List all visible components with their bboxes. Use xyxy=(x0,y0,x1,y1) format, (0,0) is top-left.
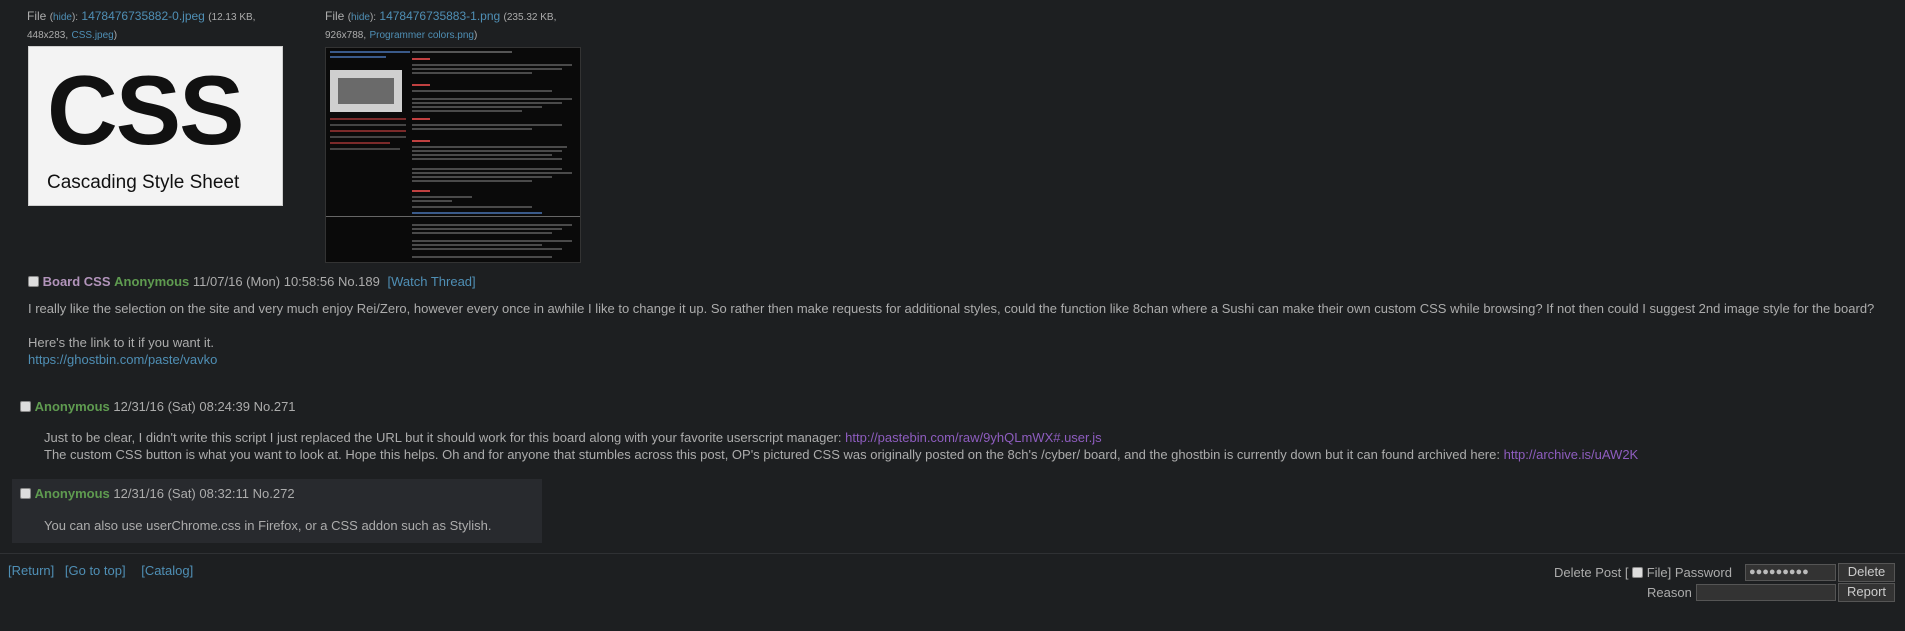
report-reason-field[interactable] xyxy=(1696,584,1836,601)
ghostbin-link[interactable]: https://ghostbin.com/paste/vavko xyxy=(28,352,217,367)
op-body-paragraph: I really like the selection on the site … xyxy=(28,301,1875,316)
op-body-paragraph: Here's the link to it if you want it. xyxy=(28,335,215,350)
watch-thread-link[interactable]: [Watch Thread] xyxy=(388,274,476,289)
post-number-link[interactable]: No.272 xyxy=(253,486,295,501)
delete-post-form: Delete Post [ File] Password xyxy=(1554,565,1732,580)
post-number-link[interactable]: No.189 xyxy=(338,274,380,289)
reply-post-body: Just to be clear, I didn't write this sc… xyxy=(44,430,1639,462)
go-to-top-link[interactable]: [Go to top] xyxy=(65,563,126,578)
post-select-checkbox[interactable] xyxy=(28,276,39,287)
file-link[interactable]: 1478476735883-1.png xyxy=(379,9,500,23)
delete-button[interactable]: Delete xyxy=(1838,563,1895,582)
file-only-checkbox[interactable] xyxy=(1632,567,1644,578)
hide-file-link[interactable]: hide xyxy=(53,12,72,23)
file-thumbnail-css[interactable]: CSS Cascading Style Sheet xyxy=(28,46,283,206)
return-link[interactable]: [Return] xyxy=(8,563,54,578)
poster-name: Anonymous xyxy=(34,399,110,414)
post-number-link[interactable]: No.271 xyxy=(254,399,296,414)
file-thumbnail-screenshot[interactable] xyxy=(325,47,581,263)
thread-divider xyxy=(0,553,1905,554)
catalog-link[interactable]: [Catalog] xyxy=(141,563,193,578)
post-date: 12/31/16 (Sat) 08:24:39 xyxy=(113,399,250,414)
password-field[interactable]: ●●●●●●●●● xyxy=(1745,564,1836,581)
reply-post-info: Anonymous 12/31/16 (Sat) 08:32:11 No.272 xyxy=(20,485,295,503)
archive-link[interactable]: http://archive.is/uAW2K xyxy=(1504,447,1639,462)
poster-name: Anonymous xyxy=(34,486,110,501)
reply-post-body: You can also use userChrome.css in Firef… xyxy=(44,518,492,533)
file-info-1: File (hide): 1478476735882-0.jpeg (12.13… xyxy=(27,9,256,41)
reply-post-info: Anonymous 12/31/16 (Sat) 08:24:39 No.271 xyxy=(20,398,296,416)
post-select-checkbox[interactable] xyxy=(20,401,31,412)
poster-name: Anonymous xyxy=(114,274,190,289)
post-date: 12/31/16 (Sat) 08:32:11 xyxy=(113,486,250,501)
pastebin-link[interactable]: http://pastebin.com/raw/9yhQLmWX#.user.j… xyxy=(845,430,1102,445)
file-link[interactable]: 1478476735882-0.jpeg xyxy=(81,9,204,23)
file-info-2: File (hide): 1478476735883-1.png (235.32… xyxy=(325,9,557,41)
screenshot-preview-image xyxy=(326,48,580,262)
op-post-body: I really like the selection on the site … xyxy=(28,300,1878,368)
original-filename-link[interactable]: CSS.jpeg xyxy=(72,30,114,41)
post-select-checkbox[interactable] xyxy=(20,488,31,499)
report-button[interactable]: Report xyxy=(1838,583,1895,602)
post-date: 11/07/16 (Mon) 10:58:56 xyxy=(192,274,335,289)
hide-file-link[interactable]: hide xyxy=(351,12,370,23)
op-post-info: Board CSS Anonymous 11/07/16 (Mon) 10:58… xyxy=(28,273,476,291)
thread-navigation: [Return] [Go to top] [Catalog] xyxy=(8,563,193,578)
reason-label: Reason xyxy=(1647,585,1692,600)
original-filename-link[interactable]: Programmer colors.png xyxy=(370,30,474,41)
post-subject: Board CSS xyxy=(42,274,111,289)
